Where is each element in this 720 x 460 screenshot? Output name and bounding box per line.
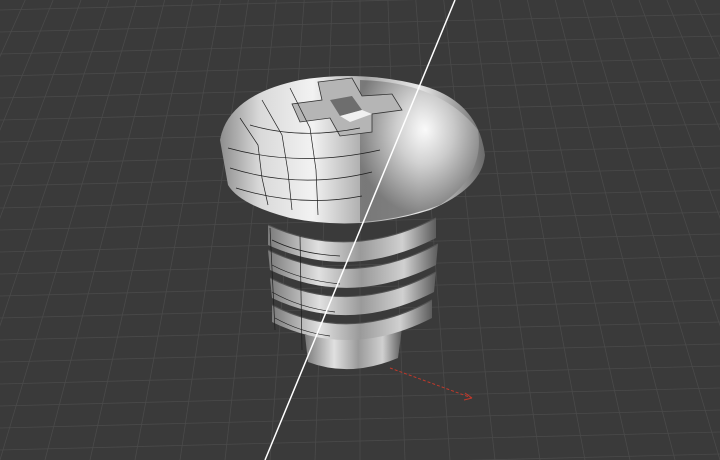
- grid-line: [610, 0, 720, 327]
- grid-line: [387, 0, 406, 460]
- grid-line: [134, 0, 221, 460]
- grid-line: [179, 0, 249, 460]
- grid-line: [0, 0, 138, 460]
- grid-line: [666, 0, 720, 131]
- grid-line: [44, 0, 166, 460]
- grid-line: [471, 0, 541, 460]
- grid-line: [443, 0, 496, 460]
- screw-threads: [267, 217, 439, 341]
- grid-line: [638, 0, 720, 220]
- grid-line: [89, 0, 193, 460]
- grid-line: [314, 0, 333, 460]
- screw-model[interactable]: [220, 76, 485, 370]
- 3d-viewport[interactable]: [0, 0, 720, 460]
- grid-line: [499, 0, 586, 460]
- viewport-canvas[interactable]: [0, 0, 720, 460]
- grid-line: [694, 0, 720, 58]
- grid-line: [0, 0, 110, 327]
